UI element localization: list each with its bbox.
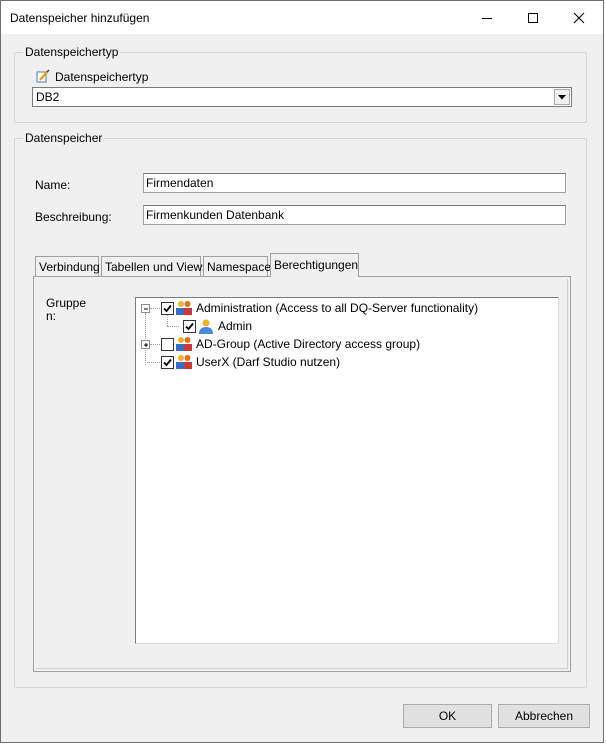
checkmark-icon <box>185 322 194 331</box>
description-field-value: Firmenkunden Datenbank <box>146 208 285 222</box>
title-bar: Datenspeicher hinzufügen <box>1 1 603 34</box>
name-field-value: Firmendaten <box>146 176 214 190</box>
tab-berechtigungen[interactable]: Berechtigungen <box>270 253 359 277</box>
store-group-legend: Datenspeicher <box>23 131 105 145</box>
ok-button-label: OK <box>438 709 457 723</box>
user-icon <box>199 319 213 334</box>
tree-node-checkbox[interactable] <box>161 356 174 369</box>
tree-node-administration[interactable]: Administration (Access to all DQ-Server … <box>136 299 556 317</box>
tree-node-checkbox[interactable] <box>161 302 174 315</box>
window-title: Datenspeicher hinzufügen <box>10 11 150 25</box>
groups-tree[interactable]: Administration (Access to all DQ-Server … <box>135 297 559 644</box>
type-groupbox: Datenspeichertyp Datenspeichertyp DB2 <box>14 45 587 123</box>
tree-node-label: AD-Group (Active Directory access group) <box>196 337 421 351</box>
user-group-icon <box>176 337 192 351</box>
tree-node-ad-group[interactable]: AD-Group (Active Directory access group) <box>136 335 556 353</box>
groups-label-line2: n: <box>46 309 57 323</box>
tree-node-admin[interactable]: Admin <box>136 317 556 335</box>
tab-label: Namespace <box>207 260 272 274</box>
checkmark-icon <box>163 358 172 367</box>
pencil-edit-icon <box>36 69 50 83</box>
close-icon <box>573 12 585 23</box>
ok-button[interactable]: OK <box>403 704 492 728</box>
name-label: Name: <box>35 178 71 192</box>
groups-label-line1: Gruppe <box>46 296 87 310</box>
close-button[interactable] <box>556 1 602 34</box>
user-group-icon <box>176 355 192 369</box>
type-label: Datenspeichertyp <box>55 70 149 84</box>
cancel-button[interactable]: Abbrechen <box>498 704 590 728</box>
expand-toggle[interactable] <box>141 340 150 349</box>
tree-node-userx[interactable]: UserX (Darf Studio nutzen) <box>136 353 556 371</box>
plus-icon <box>144 343 148 347</box>
minimize-icon <box>482 17 492 19</box>
tree-node-label: UserX (Darf Studio nutzen) <box>196 355 341 369</box>
tab-label: Berechtigungen <box>274 258 359 272</box>
tab-namespace[interactable]: Namespace <box>203 256 272 277</box>
permissions-tab-panel: Gruppe n: Administration (Access to all … <box>33 276 571 672</box>
type-select[interactable]: DB2 <box>32 87 572 107</box>
store-groupbox: Datenspeicher Name: Firmendaten Beschrei… <box>14 131 587 688</box>
minus-icon <box>144 308 148 310</box>
tree-node-label: Administration (Access to all DQ-Server … <box>196 301 479 315</box>
dialog-window: Datenspeicher hinzufügen Datenspeicherty… <box>0 0 604 743</box>
description-label: Beschreibung: <box>35 210 112 224</box>
tab-label: Tabellen und Views <box>105 260 209 274</box>
collapse-toggle[interactable] <box>141 304 150 313</box>
type-select-dropdown-button[interactable] <box>554 89 570 105</box>
minimize-button[interactable] <box>464 1 510 34</box>
user-group-icon <box>176 301 192 315</box>
type-select-value: DB2 <box>36 90 60 104</box>
checkmark-icon <box>163 304 172 313</box>
description-field[interactable]: Firmenkunden Datenbank <box>143 205 566 225</box>
tab-label: Verbindung <box>39 260 100 274</box>
tab-verbindung[interactable]: Verbindung <box>35 256 100 277</box>
type-group-legend: Datenspeichertyp <box>23 45 121 59</box>
chevron-down-icon <box>558 94 566 99</box>
groups-label: Gruppe n: <box>46 297 86 323</box>
tree-node-label: Admin <box>218 319 253 333</box>
maximize-button[interactable] <box>510 1 556 34</box>
tree-node-checkbox[interactable] <box>161 338 174 351</box>
tab-tabellen-und-views[interactable]: Tabellen und Views <box>101 256 208 277</box>
tree-node-checkbox[interactable] <box>183 320 196 333</box>
cancel-button-label: Abbrechen <box>514 709 574 723</box>
maximize-icon <box>528 12 538 23</box>
name-field[interactable]: Firmendaten <box>143 173 566 193</box>
